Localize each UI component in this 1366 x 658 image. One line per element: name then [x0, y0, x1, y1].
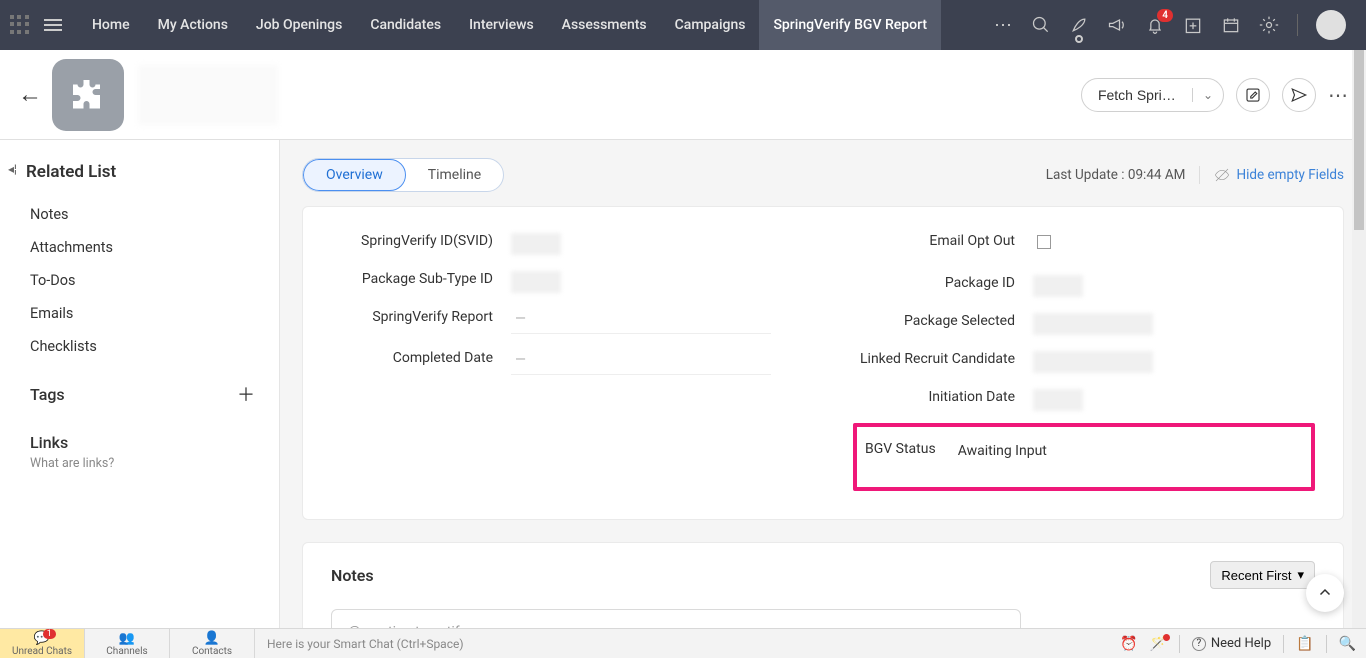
field-value[interactable]: — — [511, 309, 771, 334]
scroll-to-top-button[interactable] — [1306, 574, 1344, 612]
menu-icon[interactable] — [44, 19, 62, 31]
top-nav: Home My Actions Job Openings Candidates … — [78, 0, 941, 50]
separator — [1199, 166, 1200, 184]
bgv-status-highlight: BGV Status Awaiting Input — [853, 423, 1315, 491]
nav-item-home[interactable]: Home — [78, 0, 144, 50]
chevron-down-icon[interactable]: ⌄ — [1192, 88, 1223, 102]
collapse-sidebar-icon[interactable]: ◂¦ — [8, 162, 17, 176]
sidebar-item-emails[interactable]: Emails — [18, 297, 255, 330]
bgv-status-value: Awaiting Input — [954, 441, 1214, 465]
module-plugin-icon — [52, 59, 124, 131]
record-more-icon[interactable]: ⋯ — [1328, 83, 1348, 107]
field-value — [1033, 275, 1083, 297]
megaphone-icon[interactable] — [1107, 15, 1127, 35]
tab-overview[interactable]: Overview — [303, 159, 406, 191]
calendar-icon[interactable] — [1221, 15, 1241, 35]
need-help-button[interactable]: ? Need Help — [1192, 636, 1271, 651]
field-label: SpringVerify ID(SVID) — [331, 233, 511, 249]
field-label: Completed Date — [331, 350, 511, 366]
nav-item-campaigns[interactable]: Campaigns — [661, 0, 760, 50]
field-label: Initiation Date — [853, 389, 1033, 405]
contacts-icon: 👤 — [204, 631, 220, 646]
field-value[interactable]: — — [511, 350, 771, 375]
nav-item-job-openings[interactable]: Job Openings — [242, 0, 356, 50]
field-value — [1033, 351, 1153, 373]
back-arrow-icon[interactable]: ← — [18, 80, 38, 109]
rocket-icon[interactable] — [1069, 15, 1089, 35]
alarm-icon[interactable]: ⏰ — [1120, 636, 1137, 652]
add-note-icon[interactable] — [1183, 15, 1203, 35]
field-label: Package Sub-Type ID — [331, 271, 511, 287]
nav-item-my-actions[interactable]: My Actions — [144, 0, 242, 50]
notes-sort-button[interactable]: Recent First ▾ — [1210, 561, 1315, 589]
apps-launcher-icon[interactable] — [10, 15, 30, 35]
notes-title: Notes — [331, 566, 374, 585]
overview-card: SpringVerify ID(SVID) Package Sub-Type I… — [302, 206, 1344, 520]
channels-icon: 👥 — [119, 631, 135, 646]
nav-item-springverify-bgv-report[interactable]: SpringVerify BGV Report — [759, 0, 941, 50]
bell-icon[interactable]: 4 — [1145, 15, 1165, 35]
bell-badge: 4 — [1157, 9, 1173, 22]
bottom-tab-channels[interactable]: 👥 Channels — [85, 629, 170, 658]
sidebar-item-todos[interactable]: To-Dos — [18, 264, 255, 297]
nav-item-assessments[interactable]: Assessments — [548, 0, 661, 50]
caret-down-icon: ▾ — [1297, 567, 1304, 583]
sidebar-item-notes[interactable]: Notes — [18, 198, 255, 231]
scrollbar-thumb[interactable] — [1354, 50, 1364, 230]
nav-separator — [1297, 14, 1298, 36]
clipboard-icon[interactable]: 📋 — [1296, 636, 1313, 652]
sidebar-item-attachments[interactable]: Attachments — [18, 231, 255, 264]
sidebar-item-checklists[interactable]: Checklists — [18, 330, 255, 363]
field-label: Package ID — [853, 275, 1033, 291]
links-label: Links — [18, 433, 255, 452]
field-value — [511, 233, 561, 255]
notification-dot — [1163, 634, 1170, 641]
notes-input[interactable]: @mention to notify users — [331, 609, 1021, 628]
email-opt-out-checkbox[interactable] — [1037, 235, 1051, 249]
send-button[interactable] — [1282, 78, 1316, 112]
tags-label: Tags — [30, 385, 65, 404]
search-icon[interactable]: 🔍 — [1339, 636, 1356, 652]
smart-chat-input[interactable]: Here is your Smart Chat (Ctrl+Space) — [255, 637, 1120, 651]
fetch-springverify-button[interactable]: Fetch SpringVerif... ⌄ — [1081, 78, 1224, 112]
field-value — [1033, 389, 1083, 411]
field-label: Package Selected — [853, 313, 1033, 329]
chat-icon: 💬1 — [34, 631, 50, 646]
hide-empty-fields-toggle[interactable]: Hide empty Fields — [1214, 167, 1344, 183]
field-label: Linked Recruit Candidate — [853, 351, 1033, 367]
search-icon[interactable] — [1031, 15, 1051, 35]
field-value — [1033, 313, 1153, 335]
bottom-tab-contacts[interactable]: 👤 Contacts — [170, 629, 255, 658]
edit-button[interactable] — [1236, 78, 1270, 112]
field-label: Email Opt Out — [853, 233, 1033, 249]
record-title — [138, 65, 278, 125]
detail-tabs: Overview Timeline — [302, 158, 504, 192]
nav-item-interviews[interactable]: Interviews — [455, 0, 548, 50]
avatar[interactable] — [1316, 10, 1346, 40]
field-label: SpringVerify Report — [331, 309, 511, 325]
gear-icon[interactable] — [1259, 15, 1279, 35]
related-list-title: Related List — [18, 162, 255, 182]
field-value — [511, 271, 561, 293]
nav-item-candidates[interactable]: Candidates — [356, 0, 455, 50]
field-label: BGV Status — [865, 441, 954, 457]
links-hint[interactable]: What are links? — [18, 456, 255, 471]
last-update-text: Last Update : 09:44 AM — [1046, 167, 1186, 183]
tab-timeline[interactable]: Timeline — [406, 159, 503, 191]
nav-overflow-icon[interactable]: ⋯ — [993, 15, 1013, 35]
page-scrollbar[interactable] — [1352, 50, 1366, 628]
wand-icon[interactable]: 🪄 — [1149, 636, 1166, 652]
notes-card: Notes Recent First ▾ @mention to notify … — [302, 542, 1344, 628]
bottom-tab-unread-chats[interactable]: 💬1 Unread Chats — [0, 629, 85, 658]
add-tag-icon[interactable]: ＋ — [237, 381, 255, 407]
